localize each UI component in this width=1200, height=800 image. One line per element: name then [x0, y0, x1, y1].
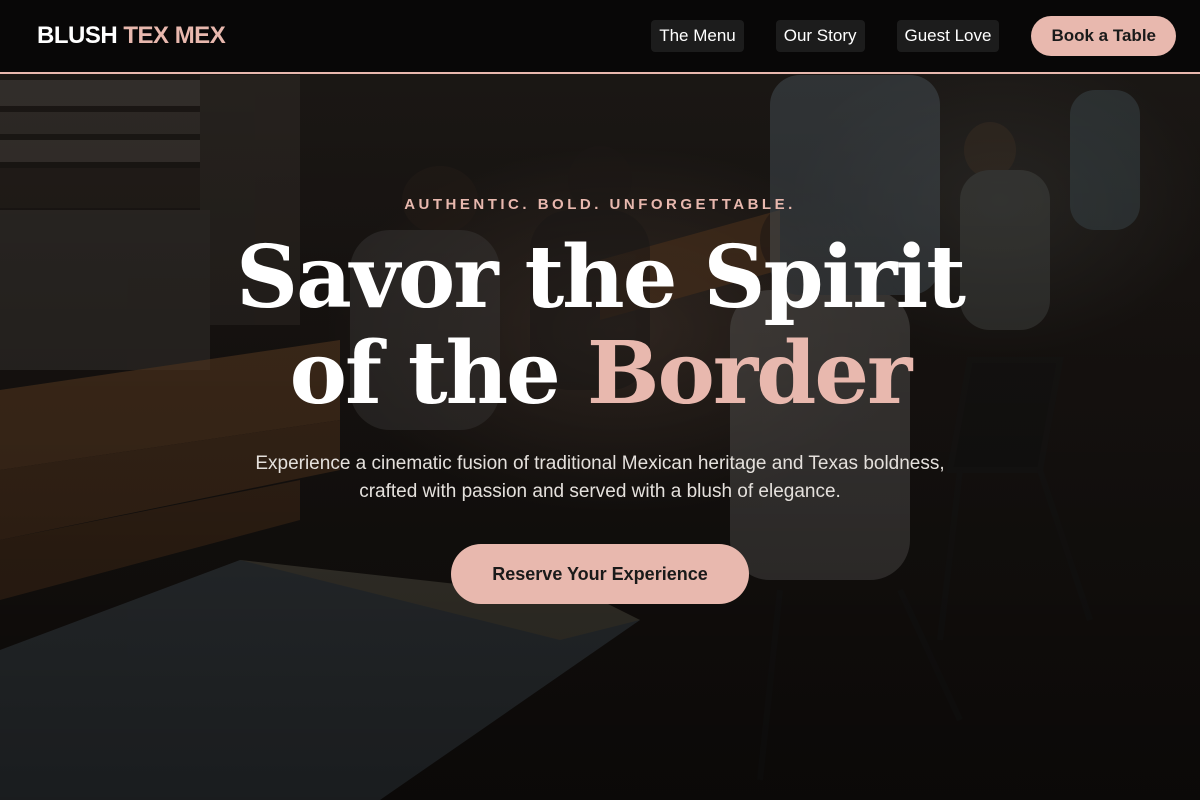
reserve-experience-button[interactable]: Reserve Your Experience [451, 544, 749, 604]
brand-logo[interactable]: BLUSH TEX MEX [37, 21, 226, 51]
main-nav: The Menu Our Story Guest Love Book a Tab… [619, 16, 1176, 56]
hero-section: AUTHENTIC. BOLD. UNFORGETTABLE. Savor th… [0, 0, 1200, 800]
headline-accent-word: Border [586, 323, 913, 424]
brand-name-accent: TEX MEX [123, 22, 226, 49]
hero-tagline: AUTHENTIC. BOLD. UNFORGETTABLE. [404, 196, 796, 213]
nav-link-our-story[interactable]: Our Story [775, 20, 865, 52]
site-header: BLUSH TEX MEX The Menu Our Story Guest L… [0, 0, 1200, 74]
headline-line-1: Savor the Spirit [236, 227, 966, 328]
headline-line-2-prefix: of the [289, 323, 561, 424]
nav-link-menu[interactable]: The Menu [651, 20, 744, 52]
book-table-button[interactable]: Book a Table [1031, 16, 1176, 56]
page: BLUSH TEX MEX The Menu Our Story Guest L… [0, 0, 1200, 800]
hero-headline: Savor the Spirit of the Border [0, 230, 1200, 422]
hero-subtext: Experience a cinematic fusion of traditi… [255, 453, 945, 502]
brand-name-primary: BLUSH [37, 22, 118, 49]
nav-link-guest-love[interactable]: Guest Love [896, 20, 1000, 52]
